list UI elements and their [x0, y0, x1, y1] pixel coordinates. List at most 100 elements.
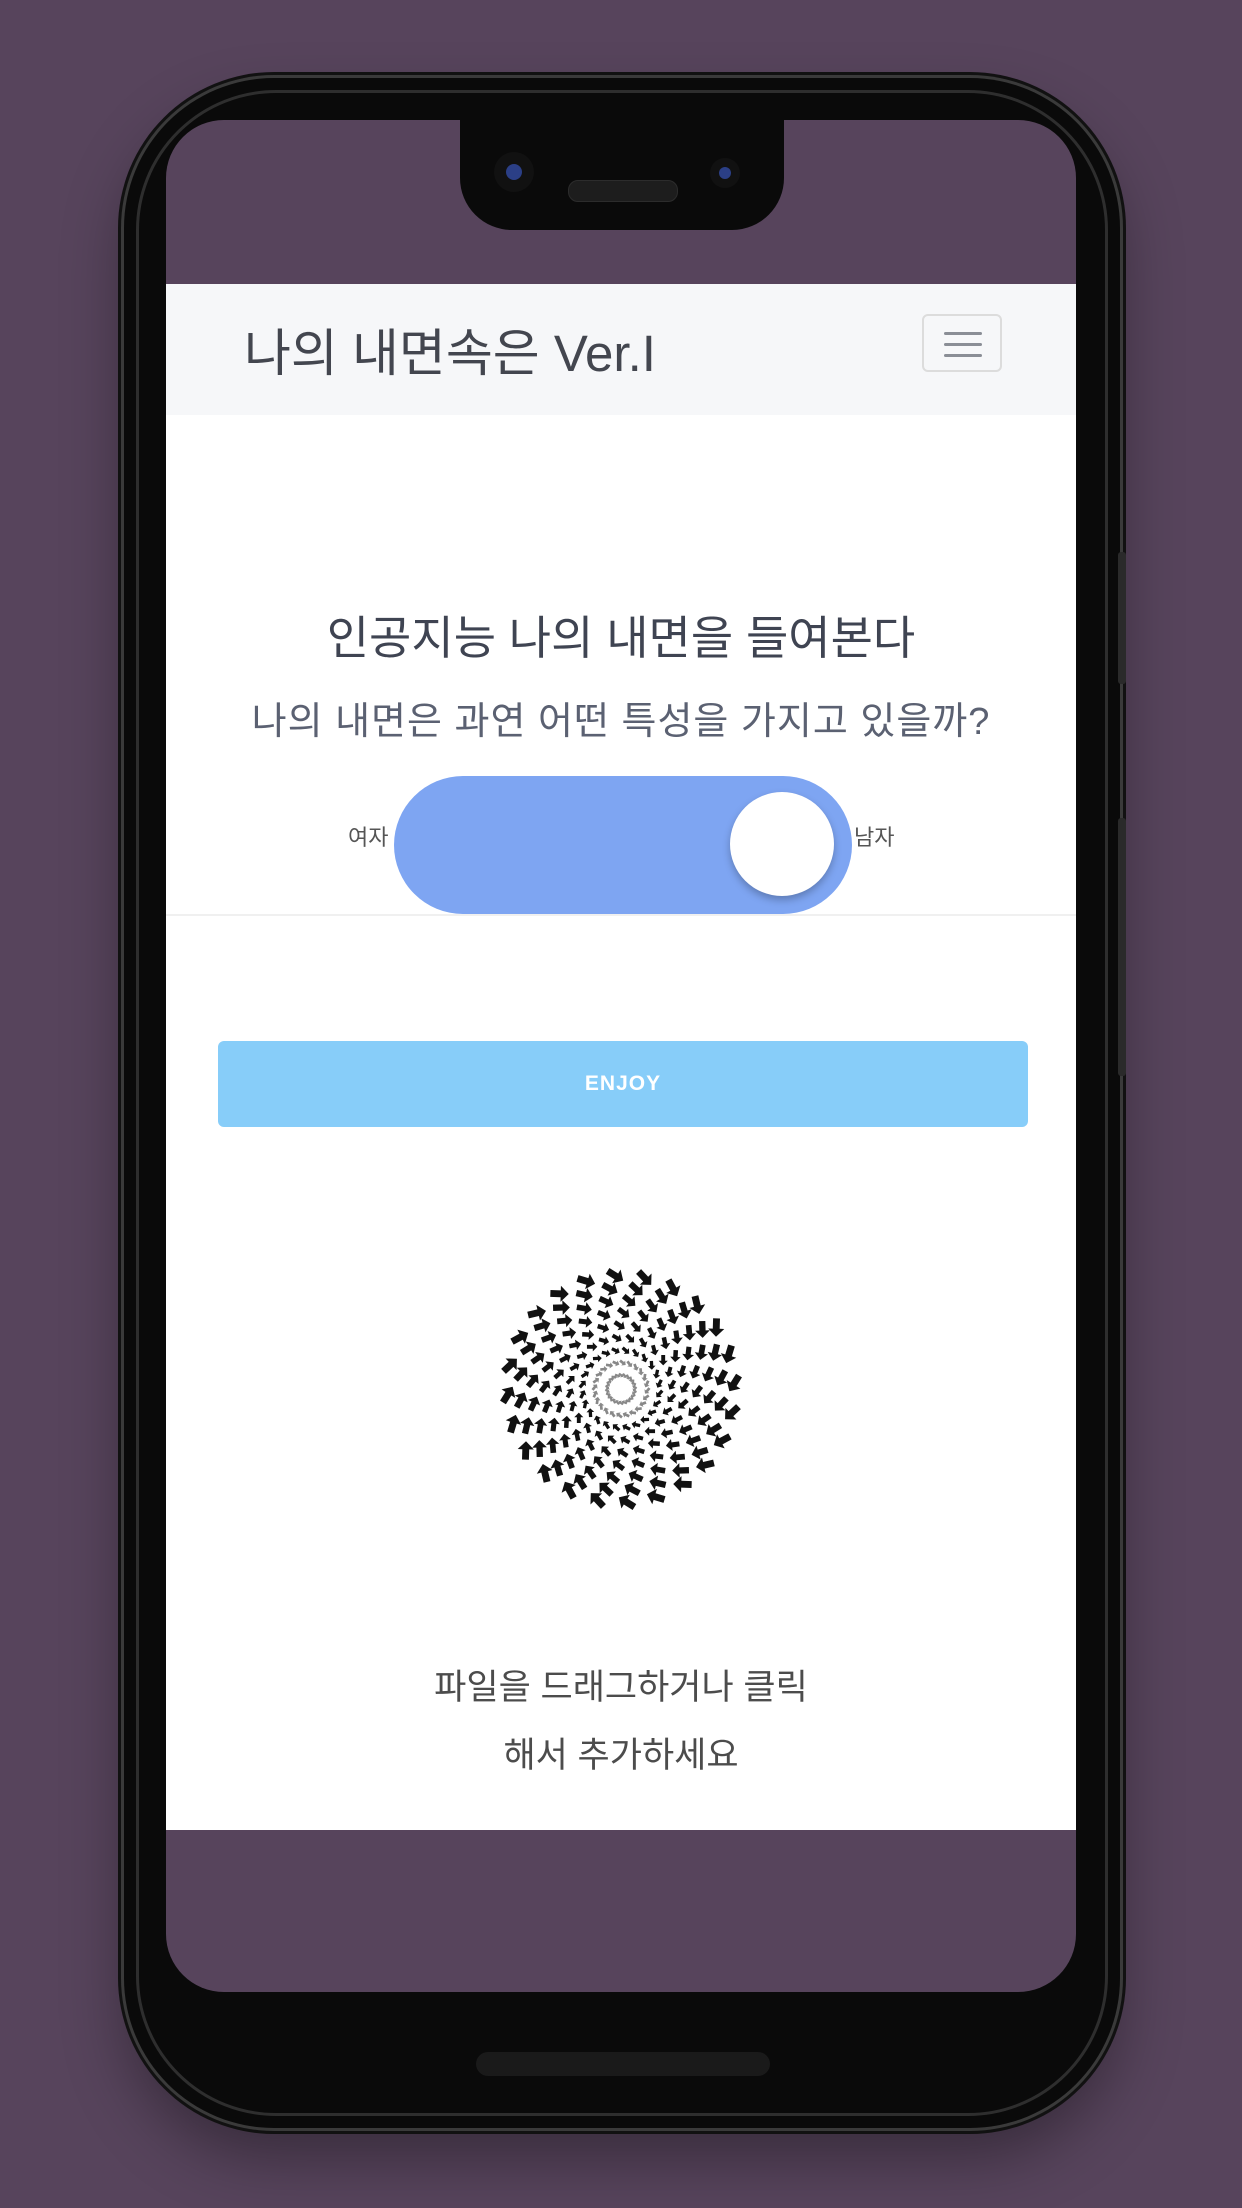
- upload-dropzone[interactable]: [496, 1264, 746, 1514]
- spiral-arrow: [592, 1354, 602, 1363]
- spiral-arrow: [575, 1288, 593, 1303]
- spiral-arrow: [611, 1333, 622, 1343]
- spiral-arrow: [697, 1413, 712, 1427]
- spiral-arrow: [552, 1385, 563, 1397]
- spiral-arrow: [580, 1370, 589, 1379]
- spiral-arrow: [520, 1417, 535, 1435]
- spiral-arrow: [647, 1360, 656, 1370]
- spiral-arrow: [573, 1474, 588, 1491]
- spiral-arrow: [538, 1380, 551, 1394]
- spiral-arrow: [619, 1359, 626, 1366]
- spiral-arrow: [582, 1329, 595, 1340]
- spiral-arrow: [527, 1304, 546, 1321]
- toggle-knob[interactable]: [730, 792, 834, 896]
- spiral-arrow: [655, 1379, 663, 1388]
- spiral-arrow: [612, 1360, 620, 1367]
- upload-instructions[interactable]: 파일을 드래그하거나 클릭 해서 추가하세요: [166, 1654, 1076, 1790]
- gender-toggle-switch[interactable]: [394, 776, 852, 914]
- spiral-arrow: [666, 1308, 679, 1325]
- spiral-arrow: [559, 1433, 571, 1448]
- spiral-arrow: [647, 1438, 660, 1449]
- spiral-arrow: [695, 1320, 710, 1338]
- spiral-arrow: [616, 1412, 623, 1419]
- spiral-arrow: [643, 1380, 650, 1388]
- spiral-arrow: [706, 1422, 723, 1437]
- spiral-arrow: [534, 1418, 548, 1434]
- spiral-arrow: [620, 1435, 631, 1445]
- spiral-arrow: [530, 1351, 545, 1365]
- spiral-arrow: [565, 1375, 575, 1385]
- spiral-arrow: [631, 1348, 640, 1357]
- brand-title[interactable]: 나의 내면속은 Ver.I: [244, 312, 656, 386]
- spiral-arrow: [656, 1317, 668, 1331]
- spiral-arrow: [550, 1285, 569, 1302]
- spiral-arrow: [592, 1390, 599, 1398]
- spiral-arrow: [613, 1320, 625, 1331]
- spiral-arrow: [601, 1446, 612, 1457]
- section-divider: [166, 914, 1076, 916]
- spiral-arrow: [653, 1399, 662, 1408]
- spiral-arrow: [701, 1366, 715, 1382]
- spiral-arrow: [505, 1414, 522, 1434]
- spiral-arrow: [574, 1412, 584, 1424]
- spiral-arrow: [640, 1353, 649, 1363]
- spiral-arrow: [568, 1400, 578, 1412]
- spiral-arrow: [671, 1330, 683, 1345]
- spiral-arrow: [669, 1450, 686, 1464]
- spiral-arrow: [600, 1365, 608, 1373]
- spiral-arrow: [720, 1344, 737, 1364]
- spiral-arrow: [656, 1389, 664, 1398]
- spiral-arrows-icon[interactable]: [496, 1264, 746, 1514]
- spiral-arrow: [578, 1315, 593, 1328]
- spiral-arrow: [556, 1314, 573, 1328]
- home-indicator: [476, 2052, 770, 2076]
- spiral-arrow: [632, 1444, 645, 1455]
- spiral-arrow: [678, 1398, 689, 1409]
- spiral-arrow: [607, 1435, 617, 1445]
- spiral-arrow: [569, 1362, 580, 1372]
- spiral-arrow: [561, 1415, 572, 1428]
- spiral-arrow: [591, 1384, 598, 1391]
- spiral-arrow: [682, 1346, 695, 1361]
- spiral-arrow: [647, 1408, 657, 1417]
- spiral-arrow: [649, 1475, 667, 1490]
- spiral-arrow: [679, 1424, 693, 1436]
- spiral-arrow: [650, 1344, 659, 1356]
- upload-text-line-2: 해서 추가하세요: [503, 1736, 739, 1775]
- spiral-arrow: [696, 1457, 715, 1474]
- spiral-arrow: [645, 1298, 659, 1313]
- spiral-arrow: [670, 1350, 681, 1363]
- spiral-arrow: [652, 1369, 661, 1379]
- spiral-arrow: [664, 1366, 674, 1378]
- spiral-arrow: [660, 1428, 674, 1439]
- spiral-arrow: [579, 1390, 587, 1399]
- spiral-arrow: [682, 1324, 696, 1341]
- spiral-arrow: [685, 1434, 702, 1447]
- spiral-arrow: [667, 1393, 677, 1403]
- spiral-arrow: [689, 1295, 706, 1314]
- spiral-arrow: [609, 1410, 616, 1418]
- spiral-arrow: [689, 1364, 701, 1379]
- spiral-arrow: [602, 1421, 611, 1430]
- enjoy-button[interactable]: ENJOY: [218, 1041, 1028, 1127]
- spiral-arrow: [585, 1361, 595, 1370]
- spiral-arrow: [583, 1465, 597, 1480]
- front-camera-icon: [494, 152, 534, 192]
- spiral-arrow: [612, 1424, 621, 1432]
- page-headline: 인공지능 나의 내면을 들여본다: [326, 612, 916, 664]
- hamburger-menu-icon[interactable]: [922, 314, 1002, 372]
- upload-text-line-1: 파일을 드래그하거나 클릭: [434, 1668, 808, 1707]
- spiral-arrow: [592, 1377, 600, 1384]
- spiral-arrow: [581, 1399, 590, 1409]
- spiral-arrow: [568, 1339, 582, 1350]
- spiral-arrow: [637, 1368, 645, 1376]
- spiral-arrow: [517, 1441, 534, 1460]
- spiral-arrow: [673, 1476, 692, 1493]
- spiral-arrow: [628, 1469, 644, 1483]
- spiral-arrow: [563, 1453, 576, 1470]
- spiral-arrow: [611, 1347, 620, 1355]
- spiral-arrow: [562, 1327, 577, 1339]
- spiral-arrow: [586, 1408, 595, 1418]
- power-button: [1118, 552, 1126, 684]
- spiral-arrow: [549, 1342, 563, 1354]
